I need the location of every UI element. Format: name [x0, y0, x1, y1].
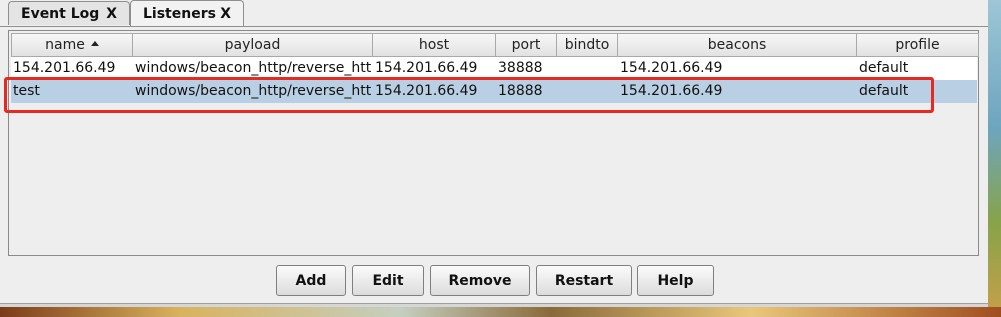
column-header-label: name [45, 37, 85, 53]
table-header: name payload host port bindto beacons pr… [11, 33, 979, 57]
listeners-table: name payload host port bindto beacons pr… [8, 30, 979, 256]
edit-button[interactable]: Edit [352, 265, 424, 296]
tab-divider [0, 26, 988, 27]
column-header-label: bindto [564, 37, 610, 53]
column-header-host[interactable]: host [373, 33, 496, 57]
desktop-background [0, 307, 1001, 317]
restart-button[interactable]: Restart [536, 265, 632, 296]
red-highlight-annotation [4, 77, 934, 113]
desktop-background [988, 0, 1001, 317]
cobalt-strike-window: Event Log X Listeners X name payload hos… [0, 0, 1001, 317]
listeners-panel: Event Log X Listeners X name payload hos… [0, 0, 989, 308]
column-header-port[interactable]: port [496, 33, 557, 57]
column-header-payload[interactable]: payload [133, 33, 373, 57]
add-button[interactable]: Add [276, 265, 346, 296]
button-bar: Add Edit Remove Restart Help [0, 262, 988, 298]
close-icon[interactable]: X [106, 6, 117, 22]
tab-event-log[interactable]: Event Log X [8, 1, 130, 25]
sort-ascending-icon [90, 41, 99, 46]
tab-listeners-label: Listeners [143, 6, 216, 22]
column-header-profile[interactable]: profile [857, 33, 979, 57]
column-header-beacons[interactable]: beacons [618, 33, 857, 57]
column-header-label: profile [895, 37, 940, 53]
column-header-label: payload [224, 37, 281, 53]
tab-listeners[interactable]: Listeners X [130, 0, 244, 27]
remove-button[interactable]: Remove [430, 265, 530, 296]
help-button[interactable]: Help [637, 265, 714, 296]
tab-bar: Event Log X Listeners X [0, 0, 988, 27]
column-header-name[interactable]: name [11, 33, 133, 57]
column-header-bindto[interactable]: bindto [557, 33, 618, 57]
column-header-label: host [418, 37, 450, 53]
column-header-label: beacons [707, 37, 767, 53]
tab-event-log-label: Event Log [21, 5, 100, 22]
close-icon[interactable]: X [220, 6, 231, 22]
column-header-label: port [511, 37, 541, 53]
